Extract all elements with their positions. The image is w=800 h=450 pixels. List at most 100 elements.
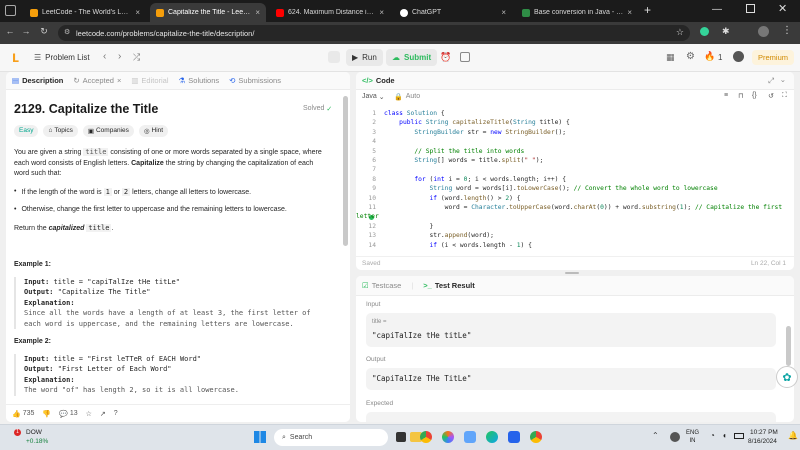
tab-submissions[interactable]: ⟲ Submissions [229, 76, 281, 85]
panel-resize-handle[interactable] [565, 272, 579, 274]
extension-icon[interactable] [700, 27, 709, 36]
debug-icon[interactable] [328, 51, 340, 63]
tab-code[interactable]: </> Code [362, 76, 395, 85]
like-button[interactable]: 👍 735 [12, 410, 34, 418]
copilot-floating-button[interactable]: ✿ [776, 366, 798, 388]
user-avatar-icon[interactable] [733, 51, 744, 62]
format-icon[interactable]: ≡ [724, 92, 728, 99]
wifi-icon[interactable]: ◔ [710, 431, 715, 440]
browser-menu-icon[interactable]: ⋮ [782, 25, 792, 36]
fullscreen-icon[interactable]: ⛶ [782, 92, 787, 100]
browser-tab-leetcode[interactable]: LeetCode - The World's Leadin × [24, 3, 146, 22]
braces-icon[interactable]: {} [752, 92, 757, 99]
taskview-icon[interactable] [396, 432, 406, 442]
chrome-alt-icon[interactable] [530, 431, 542, 443]
input-label: Input [366, 301, 381, 308]
forward-icon[interactable]: → [20, 26, 32, 36]
back-icon[interactable]: ← [4, 26, 16, 36]
problem-list-button[interactable]: ☰ Problem List [34, 53, 90, 62]
test-scrollbar[interactable] [786, 326, 791, 366]
tab-test-result[interactable]: >_ Test Result [423, 281, 474, 290]
windows-start-icon[interactable] [254, 431, 266, 443]
reload-icon[interactable]: ↻ [38, 26, 50, 37]
edge-icon[interactable] [486, 431, 498, 443]
bookmark-icon[interactable]: ⊓ [738, 92, 743, 100]
site-info-icon[interactable]: ⚙ [64, 28, 70, 36]
maximize-panel-icon[interactable]: ⤢ [768, 76, 774, 86]
code-line: class Solution { [384, 110, 445, 117]
code-editor[interactable]: 1 2 3 4 5 6 7 8 9 10 11 12 13 14 class S… [356, 109, 794, 249]
chatgpt-favicon-icon [400, 8, 408, 17]
close-tab-icon[interactable]: × [255, 8, 260, 17]
submit-button[interactable]: ☁ Submit [386, 49, 438, 66]
tab-description[interactable]: ▤ Description [12, 76, 63, 85]
close-tab-icon[interactable]: × [117, 76, 121, 85]
leetcode-logo-icon[interactable]: ᒪ [12, 52, 19, 65]
tab-solutions[interactable]: ⚗ Solutions [179, 76, 220, 85]
tab-testcase[interactable]: ☑ Testcase [362, 281, 401, 290]
browser-tab-gfg[interactable]: Base conversion in Java - Geek × [516, 3, 638, 22]
comments-button[interactable]: 💬 13 [59, 410, 78, 418]
browser-tab-chatgpt[interactable]: ChatGPT × [394, 3, 512, 22]
stock-name[interactable]: DOW [26, 429, 42, 436]
new-tab-button[interactable]: + [644, 3, 651, 17]
shuffle-icon[interactable]: ⤮ [133, 52, 140, 63]
photos-icon[interactable] [464, 431, 476, 443]
favorite-star-icon[interactable]: ☆ [86, 410, 92, 418]
language-select[interactable]: Java ⌄ [362, 93, 385, 101]
hint-button[interactable]: ◎ Hint [138, 125, 169, 137]
maximize-icon[interactable] [746, 4, 755, 13]
taskbar-search[interactable]: ⌕ Search [274, 429, 388, 446]
chrome-icon[interactable] [420, 431, 432, 443]
bookmark-star-icon[interactable]: ☆ [676, 27, 684, 38]
tab-accepted[interactable]: ↻ Accepted × [73, 76, 121, 85]
editor-toolbar: Java ⌄ 🔒 Auto ≡ ⊓ {} ↺ ⛶ [356, 90, 794, 106]
companies-button[interactable]: ▣ Companies [82, 125, 134, 137]
clock-time[interactable]: 10:27 PM [750, 429, 778, 436]
close-tab-icon[interactable]: × [627, 8, 632, 17]
stock-badge-icon: 1 [14, 429, 21, 436]
help-icon[interactable]: ? [114, 410, 118, 417]
share-icon[interactable]: ↗ [100, 410, 106, 418]
streak-fire-icon[interactable]: 🔥 [704, 51, 715, 62]
close-tab-icon[interactable]: × [379, 8, 384, 17]
browser-tab-capitalize[interactable]: Capitalize the Title - LeetCode × [150, 3, 266, 22]
premium-button[interactable]: Premium [752, 50, 795, 65]
store-icon[interactable] [508, 431, 520, 443]
dislike-icon[interactable]: 👎 [42, 410, 51, 418]
browser-tab-youtube[interactable]: 624. Maximum Distance in Arra × [270, 3, 390, 22]
layout-icon[interactable]: ▦ [666, 52, 675, 63]
topics-button[interactable]: ⌂ Topics [43, 125, 78, 137]
clock-date[interactable]: 8/16/2024 [748, 438, 777, 445]
tray-app-icon[interactable] [670, 432, 680, 442]
left-scrollbar[interactable] [343, 96, 348, 246]
profile-avatar-icon[interactable] [758, 26, 769, 37]
reset-icon[interactable]: ↺ [768, 92, 774, 100]
close-tab-icon[interactable]: × [135, 8, 140, 17]
solved-badge: Solved ✓ [303, 105, 333, 113]
close-tab-icon[interactable]: × [501, 8, 506, 17]
leetcode-header: ᒪ ☰ Problem List ‹ › ⤮ ▶ Run ☁ Submit ⏰ … [0, 44, 800, 72]
next-problem-icon[interactable]: › [118, 51, 121, 62]
close-window-icon[interactable]: ✕ [778, 2, 787, 15]
run-button[interactable]: ▶ Run [346, 49, 383, 66]
color-app-icon[interactable] [442, 431, 454, 443]
settings-gear-icon[interactable]: ⚙ [686, 51, 695, 62]
timer-icon[interactable]: ⏰ [440, 52, 451, 63]
url-bar[interactable]: ⚙ leetcode.com/problems/capitalize-the-t… [58, 25, 690, 41]
tray-chevron-up-icon[interactable]: ⌃ [652, 431, 659, 440]
tab-editorial[interactable]: ▥ Editorial [131, 76, 168, 85]
tab-list-icon[interactable] [5, 5, 16, 16]
battery-icon[interactable] [734, 433, 744, 439]
problem-title: 2129. Capitalize the Title [14, 102, 159, 116]
auto-toggle[interactable]: 🔒 Auto [394, 93, 420, 101]
language-indicator[interactable]: ENG IN [686, 429, 699, 445]
notes-icon[interactable] [460, 52, 470, 62]
prev-problem-icon[interactable]: ‹ [103, 51, 106, 62]
collapse-panel-icon[interactable]: ⌄ [780, 75, 786, 84]
notification-bell-icon[interactable]: 🔔 [788, 431, 798, 440]
volume-icon[interactable]: ◖ [722, 431, 727, 440]
minimize-icon[interactable]: — [712, 4, 722, 15]
description-icon: ▤ [12, 76, 20, 85]
extensions-puzzle-icon[interactable]: ✱ [722, 26, 730, 37]
